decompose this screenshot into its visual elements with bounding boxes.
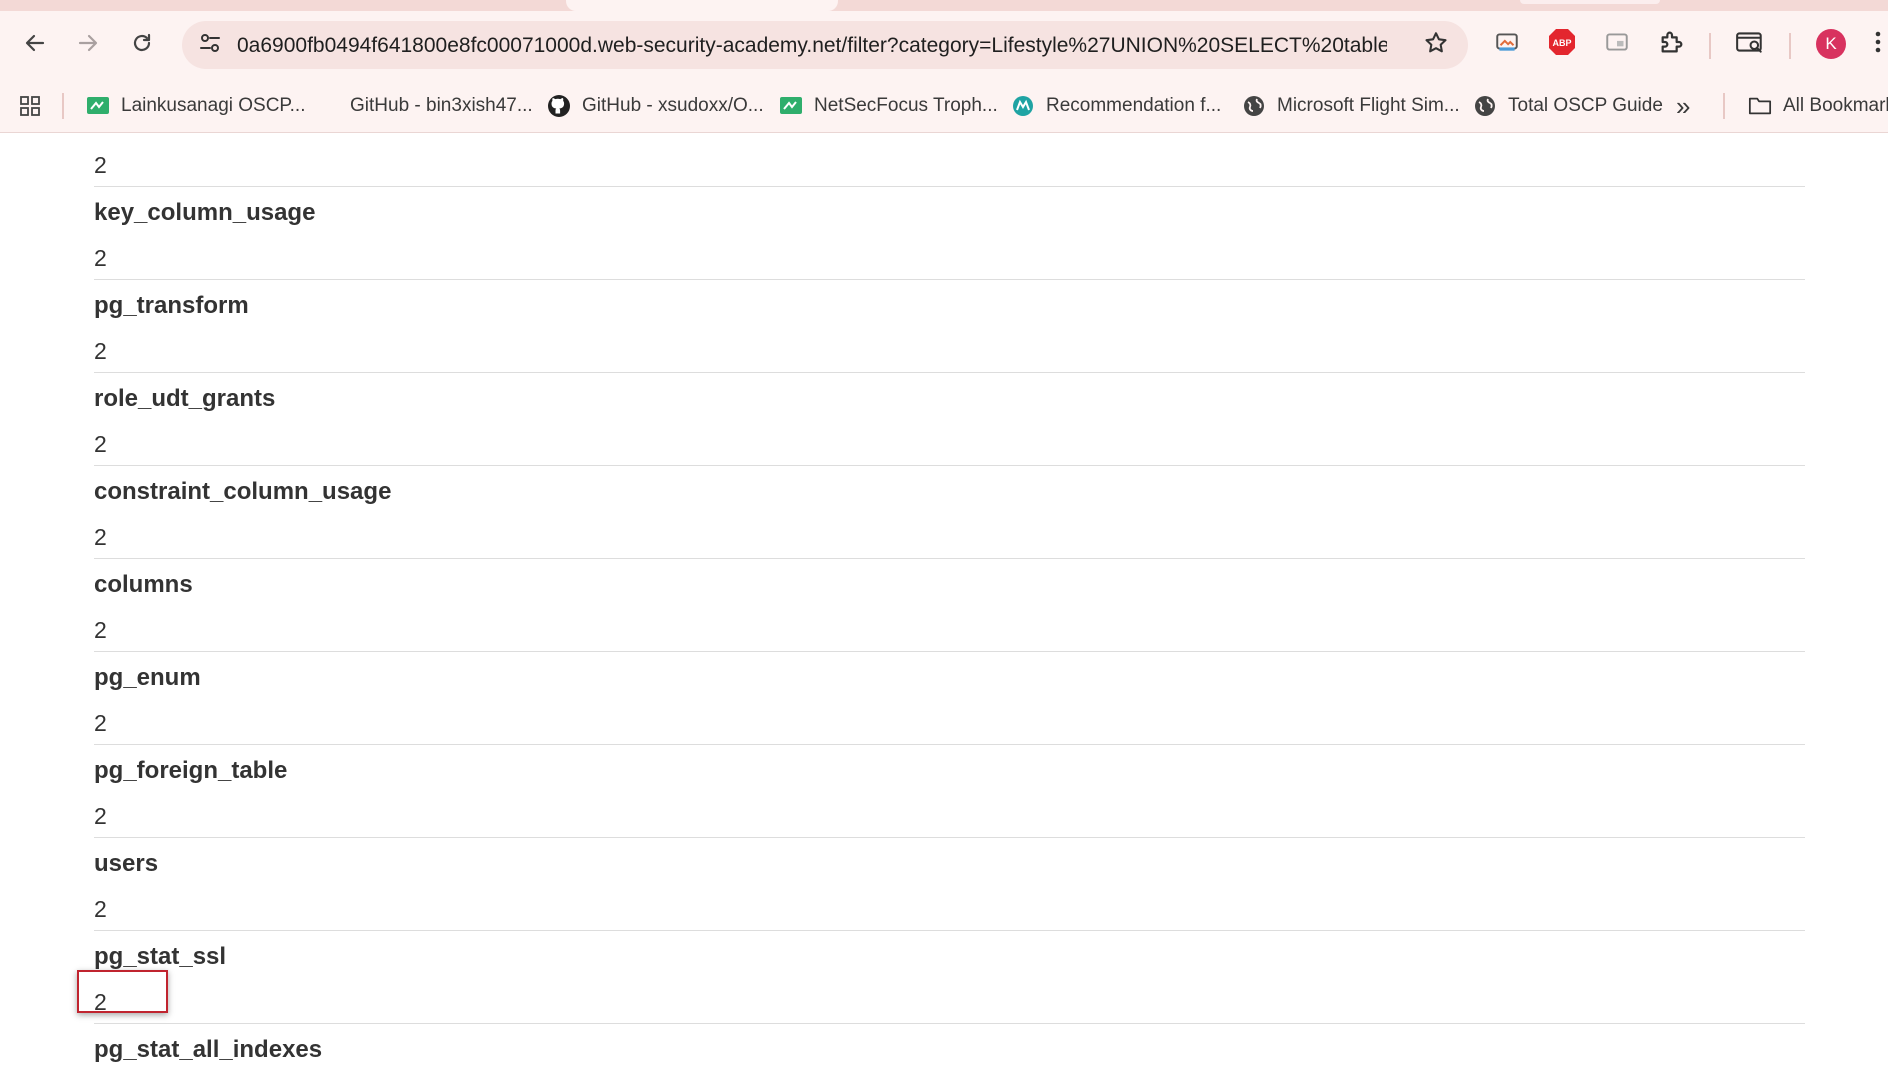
table-name: pg_stat_ssl: [94, 943, 227, 970]
bookmarks-divider: [62, 93, 64, 119]
bookmark-item[interactable]: Microsoft Flight Sim...: [1242, 93, 1460, 119]
column-count: 2: [94, 617, 107, 643]
back-icon: [23, 31, 47, 60]
column-count: 2: [94, 338, 107, 364]
bookmark-label: Recommendation f...: [1046, 95, 1222, 116]
puzzle-icon: [1658, 28, 1686, 61]
kebab-menu-icon: [1874, 29, 1882, 60]
bookmark-item[interactable]: Recommendation f...: [1011, 93, 1221, 119]
bookmark-favicon-icon: [779, 94, 803, 118]
extension-icon: [1494, 29, 1520, 60]
toolbar-divider: [1709, 33, 1711, 59]
extension-button[interactable]: [1490, 27, 1524, 61]
column-count: 2: [94, 710, 107, 736]
table-name: pg_stat_all_indexes: [94, 1036, 323, 1063]
github-icon: [547, 94, 571, 118]
page-content: pg_policy 2 key_column_usage 2 pg_transf…: [0, 133, 1888, 1078]
list-item: pg_stat_all_indexes: [94, 1024, 1805, 1078]
back-button[interactable]: [15, 25, 55, 65]
address-bar[interactable]: 0a6900fb0494f641800e8fc00071000d.web-sec…: [182, 21, 1468, 69]
list-item: columns 2: [94, 559, 1805, 652]
adblock-icon: ABP: [1547, 27, 1577, 62]
table-name: pg_transform: [94, 292, 249, 319]
tab[interactable]: [1520, 0, 1660, 4]
results-list: pg_policy 2 key_column_usage 2 pg_transf…: [94, 133, 1805, 1078]
list-item: pg_enum 2: [94, 652, 1805, 745]
column-count: 2: [94, 803, 107, 829]
url-text[interactable]: 0a6900fb0494f641800e8fc00071000d.web-sec…: [237, 34, 1387, 58]
bookmark-item[interactable]: Total OSCP Guide: [1473, 93, 1663, 119]
list-item: pg_policy 2: [94, 133, 1805, 187]
site-info-icon: [198, 31, 222, 60]
bookmark-item[interactable]: Lainkusanagi OSCP...: [86, 93, 306, 119]
bookmark-favicon-icon: [1011, 94, 1035, 118]
bookmarks-overflow-button[interactable]: »: [1676, 90, 1691, 121]
profile-avatar[interactable]: K: [1816, 29, 1846, 59]
browser-toolbar: 0a6900fb0494f641800e8fc00071000d.web-sec…: [0, 11, 1888, 80]
highlight-box: [77, 970, 168, 1013]
bookmark-item[interactable]: GitHub - xsudoxx/O...: [547, 93, 764, 119]
globe-icon: [1473, 94, 1497, 118]
column-count: 2: [94, 152, 107, 178]
forward-icon: [76, 31, 100, 60]
chevron-double-right-icon: »: [1676, 90, 1691, 121]
site-info-button[interactable]: [194, 29, 226, 61]
list-item: key_column_usage 2: [94, 187, 1805, 280]
all-bookmarks-button[interactable]: All Bookmarks: [1748, 93, 1888, 119]
column-count: 2: [94, 245, 107, 271]
table-name: key_column_usage: [94, 199, 316, 226]
table-name: users: [94, 850, 159, 877]
list-item: role_udt_grants 2: [94, 373, 1805, 466]
bookmark-favicon-icon: [86, 94, 110, 118]
browser-menu-button[interactable]: [1868, 27, 1888, 61]
list-item: constraint_column_usage 2: [94, 466, 1805, 559]
forward-button[interactable]: [68, 25, 108, 65]
adblock-button[interactable]: ABP: [1545, 27, 1579, 61]
table-name: pg_foreign_table: [94, 757, 288, 784]
reload-button[interactable]: [122, 25, 162, 65]
bookmark-favicon-icon: [315, 94, 339, 118]
all-bookmarks-label: All Bookmarks: [1783, 95, 1888, 116]
list-item: pg_foreign_table 2: [94, 745, 1805, 838]
bookmark-item[interactable]: GitHub - bin3xish47...: [315, 93, 533, 119]
bookmarks-bar: Lainkusanagi OSCP... GitHub - bin3xish47…: [0, 80, 1888, 133]
list-item: pg_stat_ssl 2: [94, 931, 1805, 1024]
toolbar-divider: [1789, 33, 1791, 59]
bookmark-item[interactable]: NetSecFocus Troph...: [779, 93, 998, 119]
table-name: pg_enum: [94, 664, 201, 691]
apps-grid-icon: [18, 94, 42, 118]
bookmark-label: GitHub - bin3xish47...: [350, 95, 533, 116]
tab-strip: [0, 0, 1888, 11]
column-count: 2: [94, 431, 107, 457]
picture-in-picture-icon: [1604, 29, 1630, 60]
apps-button[interactable]: [18, 93, 53, 119]
column-count: 2: [94, 524, 107, 550]
table-name: role_udt_grants: [94, 385, 276, 412]
extensions-menu-button[interactable]: [1655, 27, 1689, 61]
tab-search-icon: [1735, 28, 1765, 61]
reload-icon: [130, 31, 154, 60]
table-name: constraint_column_usage: [94, 478, 392, 505]
table-name: columns: [94, 571, 193, 598]
globe-icon: [1242, 94, 1266, 118]
bookmark-label: Total OSCP Guide: [1508, 95, 1663, 116]
table-name: pg_policy: [94, 133, 206, 134]
bookmarks-divider: [1723, 93, 1725, 119]
active-tab[interactable]: [566, 0, 838, 11]
list-item: users 2: [94, 838, 1805, 931]
bookmark-label: Microsoft Flight Sim...: [1277, 95, 1460, 116]
svg-text:ABP: ABP: [1552, 38, 1571, 48]
star-icon: [1423, 30, 1449, 61]
column-count: 2: [94, 896, 107, 922]
bookmark-label: GitHub - xsudoxx/O...: [582, 95, 764, 116]
media-button[interactable]: [1600, 27, 1634, 61]
bookmark-star-button[interactable]: [1420, 29, 1452, 61]
bookmark-label: NetSecFocus Troph...: [814, 95, 998, 116]
folder-icon: [1748, 94, 1772, 118]
bookmark-label: Lainkusanagi OSCP...: [121, 95, 306, 116]
tab-search-button[interactable]: [1733, 27, 1767, 61]
list-item: pg_transform 2: [94, 280, 1805, 373]
